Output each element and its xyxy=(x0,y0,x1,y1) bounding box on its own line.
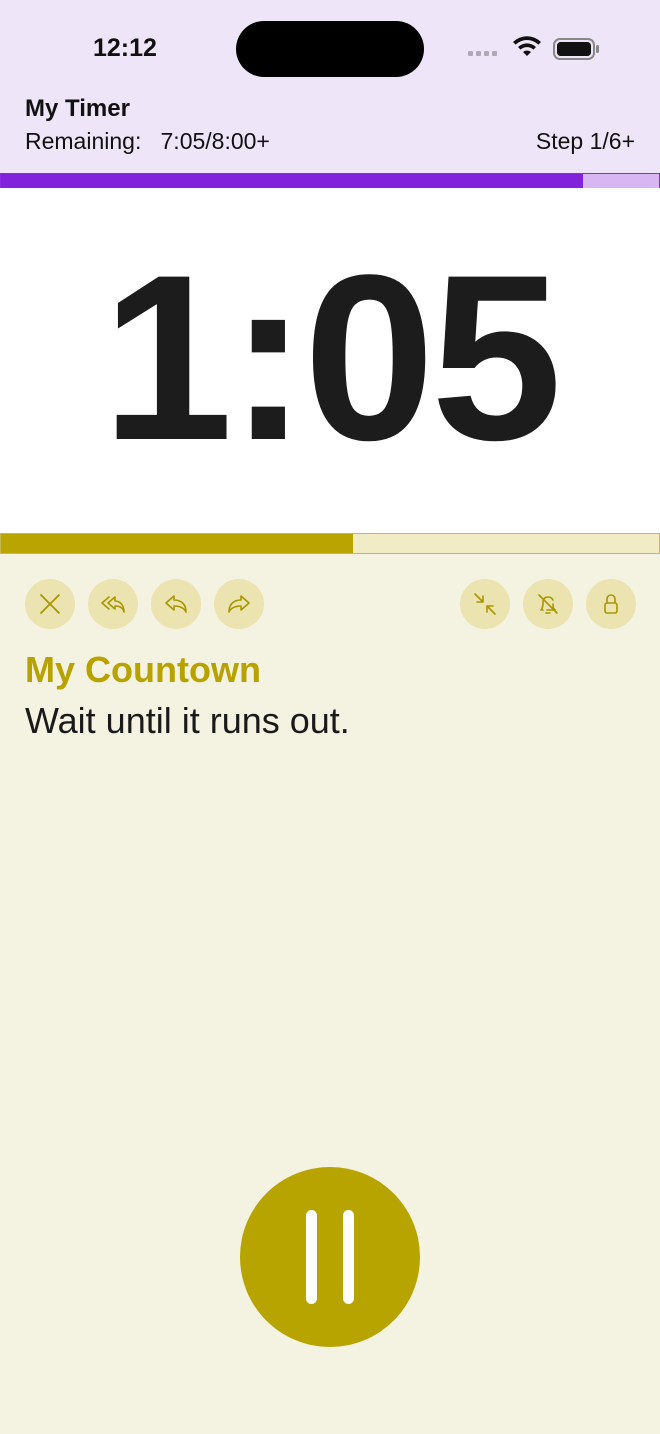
step-progress-bar xyxy=(0,533,660,554)
rewind-all-button[interactable] xyxy=(88,579,138,629)
collapse-icon xyxy=(474,593,496,615)
signal-icon xyxy=(468,51,497,56)
step-counter: Step 1/6+ xyxy=(535,128,635,154)
collapse-button[interactable] xyxy=(460,579,510,629)
forward-icon xyxy=(228,595,250,613)
battery-icon xyxy=(553,38,599,60)
back-icon xyxy=(165,595,187,613)
app-title: My Timer xyxy=(25,95,130,122)
status-time: 12:12 xyxy=(93,34,157,62)
header: 12:12 My Timer Remaining: 7:05/8:00+ Ste… xyxy=(0,0,660,173)
status-icons xyxy=(468,36,599,60)
overall-progress-fill xyxy=(1,174,584,188)
forward-button[interactable] xyxy=(214,579,264,629)
pause-icon xyxy=(343,1210,354,1304)
rewind-all-icon xyxy=(101,596,125,613)
overall-progress-bar xyxy=(0,173,660,189)
close-icon xyxy=(40,594,60,614)
wifi-icon xyxy=(513,36,541,56)
close-button[interactable] xyxy=(25,579,75,629)
lock-button[interactable] xyxy=(586,579,636,629)
dynamic-island xyxy=(236,21,424,77)
remaining-time: Remaining: 7:05/8:00+ xyxy=(25,128,270,154)
mute-button[interactable] xyxy=(523,579,573,629)
back-button[interactable] xyxy=(151,579,201,629)
timer-display: 1:05 xyxy=(101,226,562,490)
pause-button[interactable] xyxy=(240,1167,420,1347)
step-progress-fill xyxy=(1,534,354,553)
step-description: Wait until it runs out. xyxy=(25,700,350,741)
clock-area: 1:05 xyxy=(0,188,660,533)
pause-icon xyxy=(306,1210,317,1304)
mute-icon xyxy=(538,594,558,614)
step-title: My Countown xyxy=(25,649,261,690)
lock-icon xyxy=(604,594,618,614)
